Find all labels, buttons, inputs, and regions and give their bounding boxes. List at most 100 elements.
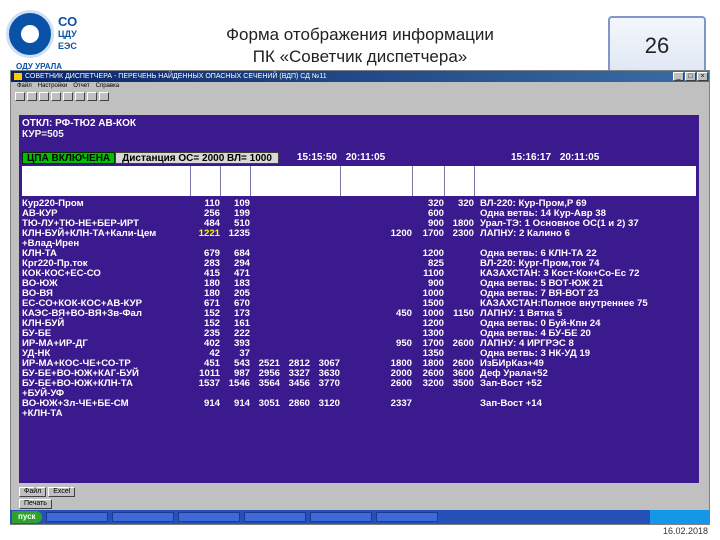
value-cell	[444, 279, 474, 289]
value-cell	[250, 229, 280, 239]
value-cell	[250, 199, 280, 209]
cause-cell	[474, 409, 694, 419]
value-cell	[310, 259, 340, 269]
value-cell	[310, 219, 340, 229]
value-cell	[340, 199, 412, 209]
value-cell	[444, 259, 474, 269]
alarm-kur: КУР=505	[22, 129, 64, 140]
table-row[interactable]: ИР-МА+ИР-ДГ 402 393 950 1700 2600 ЛАПНУ: 4 ИРГ…	[22, 339, 694, 349]
table-row[interactable]: ВО-ЮЖ+Зл-ЧЕ+БЕ-СМ 914 914 3051 2860 3120 2337 З…	[22, 399, 694, 409]
value-cell: 1221	[198, 228, 220, 239]
value-cell: 1546	[228, 378, 250, 389]
column-header	[444, 166, 474, 196]
value-cell	[310, 319, 340, 329]
toolbar-button-icon[interactable]	[51, 92, 61, 101]
alarm-block: ОТКЛ: РФ-ТЮ2 АВ-КОК КУР=505	[22, 118, 136, 140]
value-cell: 914	[203, 398, 220, 409]
value-cell: 3120	[318, 398, 340, 409]
value-cell: 1200	[390, 228, 412, 239]
menu-report[interactable]: Отчет	[73, 82, 89, 91]
print-button[interactable]: Печать	[19, 499, 52, 509]
value-cell	[250, 339, 280, 349]
toolbar-button-icon[interactable]	[27, 92, 37, 101]
taskbar-item[interactable]	[243, 512, 306, 522]
value-cell	[310, 239, 340, 249]
value-cell	[310, 279, 340, 289]
start-button[interactable]: пуск	[12, 511, 42, 523]
value-cell: 1700	[422, 228, 444, 239]
value-cell	[444, 269, 474, 279]
value-cell	[280, 219, 310, 229]
timestamp-2: 15:16:17 20:11:05	[511, 152, 599, 164]
value-cell	[310, 339, 340, 349]
cause-cell: Зап-Вост +52	[480, 378, 542, 389]
table-row[interactable]: БУ-БЕ 235 222 1300 Одна ветвь: 4 БУ-БЕ 20	[22, 329, 694, 339]
table-row[interactable]: БУ-БЕ+ВО-ЮЖ+КЛН-ТА 1537 1546 3564 3456 3770 26…	[22, 379, 694, 389]
column-header-group	[250, 166, 340, 196]
value-cell: 320	[457, 198, 474, 209]
value-cell: 3200	[422, 378, 444, 389]
toolbar-button-icon[interactable]	[75, 92, 85, 101]
taskbar-item[interactable]	[111, 512, 174, 522]
value-cell	[280, 239, 310, 249]
value-cell: 1150	[453, 308, 474, 319]
alarm-line: ОТКЛ: РФ-ТЮ2 АВ-КОК	[22, 118, 137, 129]
system-tray	[650, 510, 710, 524]
window-title: СОВЕТНИК ДИСПЕТЧЕРА - ПЕРЕЧЕНЬ НАЙДЕННЫХ…	[25, 73, 327, 80]
value-cell	[340, 269, 412, 279]
app-icon	[14, 73, 22, 80]
taskbar-item[interactable]	[177, 512, 240, 522]
toolbar	[11, 91, 709, 103]
page-number-box: 26	[608, 16, 706, 76]
window-titlebar[interactable]: СОВЕТНИК ДИСПЕТЧЕРА - ПЕРЕЧЕНЬ НАЙДЕННЫХ…	[11, 71, 709, 82]
logo: СО ЦДУ ЕЭС ОДУ УРАЛА	[6, 10, 102, 71]
table-row[interactable]: +КЛН-ТА	[22, 409, 694, 419]
toolbar-button-icon[interactable]	[99, 92, 109, 101]
value-cell	[250, 219, 280, 229]
menu-help[interactable]: Справка	[96, 82, 120, 91]
taskbar-item[interactable]	[45, 512, 108, 522]
value-cell: 3500	[452, 378, 474, 389]
value-cell	[310, 299, 340, 309]
slide-title-line2: ПК «Советчик диспетчера»	[252, 47, 468, 66]
window-controls: _ □ ×	[673, 72, 708, 81]
menu-settings[interactable]: Настройки	[38, 82, 67, 91]
date-2: 20:11:05	[559, 152, 600, 163]
table-row[interactable]: КЛН-БУЙ 152 161 1200 Одна ветвь: 0 Буй-Кпн 2…	[22, 319, 694, 329]
value-cell	[220, 409, 250, 419]
value-cell	[444, 389, 474, 399]
maximize-icon[interactable]: □	[685, 72, 696, 81]
slide-title-line1: Форма отображения информации	[226, 25, 494, 44]
logo-emblem-icon	[6, 10, 54, 58]
file-button[interactable]: Файл	[19, 487, 47, 497]
menu-file[interactable]: Файл	[17, 82, 32, 91]
close-icon[interactable]: ×	[697, 72, 708, 81]
minimize-icon[interactable]: _	[673, 72, 684, 81]
value-cell: 3564	[258, 378, 280, 389]
excel-button[interactable]: Excel	[48, 487, 76, 497]
value-cell	[310, 209, 340, 219]
toolbar-button-icon[interactable]	[15, 92, 25, 101]
taskbar: пуск	[10, 510, 710, 524]
value-cell: 2600	[390, 378, 412, 389]
taskbar-item[interactable]	[375, 512, 438, 522]
toolbar-button-icon[interactable]	[87, 92, 97, 101]
value-cell	[280, 289, 310, 299]
table-row[interactable]: КЛН-БУЙ+КЛН-ТА+Кали-Цем 1221 1235 1200 1700 2…	[22, 229, 694, 239]
value-cell	[250, 209, 280, 219]
value-cell	[340, 279, 412, 289]
column-header	[412, 166, 444, 196]
value-cell	[412, 399, 444, 409]
toolbar-button-icon[interactable]	[39, 92, 49, 101]
menu-bar: Файл Настройки Отчет Справка	[11, 82, 709, 91]
value-cell	[280, 309, 310, 319]
value-cell	[250, 329, 280, 339]
toolbar-button-icon[interactable]	[63, 92, 73, 101]
value-cell	[250, 289, 280, 299]
value-cell	[280, 249, 310, 259]
column-header	[190, 166, 220, 196]
taskbar-item[interactable]	[309, 512, 372, 522]
column-header	[220, 166, 250, 196]
value-cell: 450	[395, 308, 412, 319]
value-cell	[444, 319, 474, 329]
